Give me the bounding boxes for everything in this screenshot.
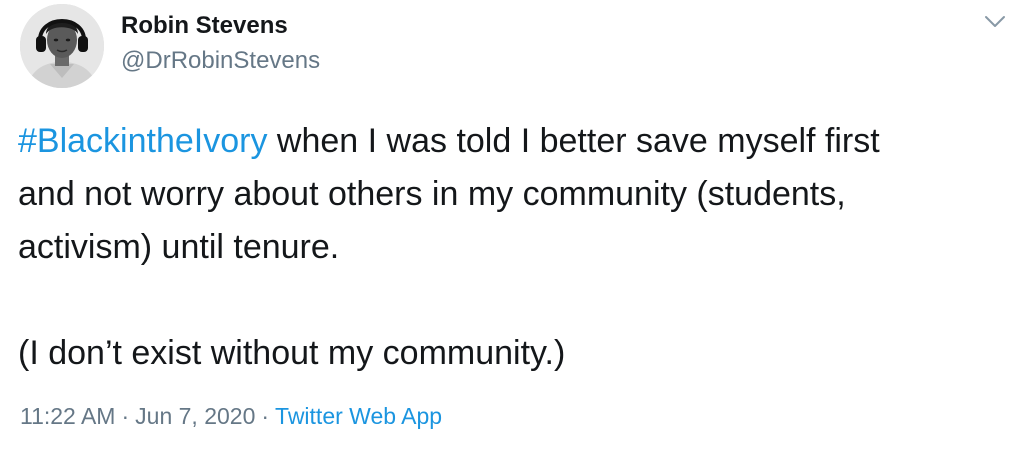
tweet-meta: 11:22 AM · Jun 7, 2020 · Twitter Web App (20, 403, 442, 430)
author-handle[interactable]: @DrRobinStevens (121, 47, 320, 75)
chevron-down-icon[interactable] (984, 14, 1006, 30)
hashtag-link[interactable]: #BlackintheIvory (18, 122, 267, 160)
tweet-date[interactable]: Jun 7, 2020 (135, 403, 255, 429)
tweet-time[interactable]: 11:22 AM (20, 403, 115, 429)
avatar[interactable] (20, 4, 104, 88)
author-name[interactable]: Robin Stevens (121, 12, 288, 40)
tweet-text-line-1: when I was told I better save myself fir… (267, 122, 880, 160)
tweet-text-line-3: activism) until tenure. (18, 228, 340, 266)
tweet-card: Robin Stevens @DrRobinStevens #Blackinth… (0, 0, 1024, 461)
tweet-paragraph-2: (I don’t exist without my community.) (18, 334, 566, 372)
tweet-source-link[interactable]: Twitter Web App (275, 403, 442, 429)
meta-separator: · (261, 403, 270, 429)
profile-photo-icon (20, 4, 104, 88)
tweet-text-line-2: and not worry about others in my communi… (18, 175, 846, 213)
meta-separator: · (121, 403, 130, 429)
tweet-paragraph-1: #BlackintheIvory when I was told I bette… (18, 115, 1008, 274)
tweet-text: #BlackintheIvory when I was told I bette… (18, 115, 1008, 380)
